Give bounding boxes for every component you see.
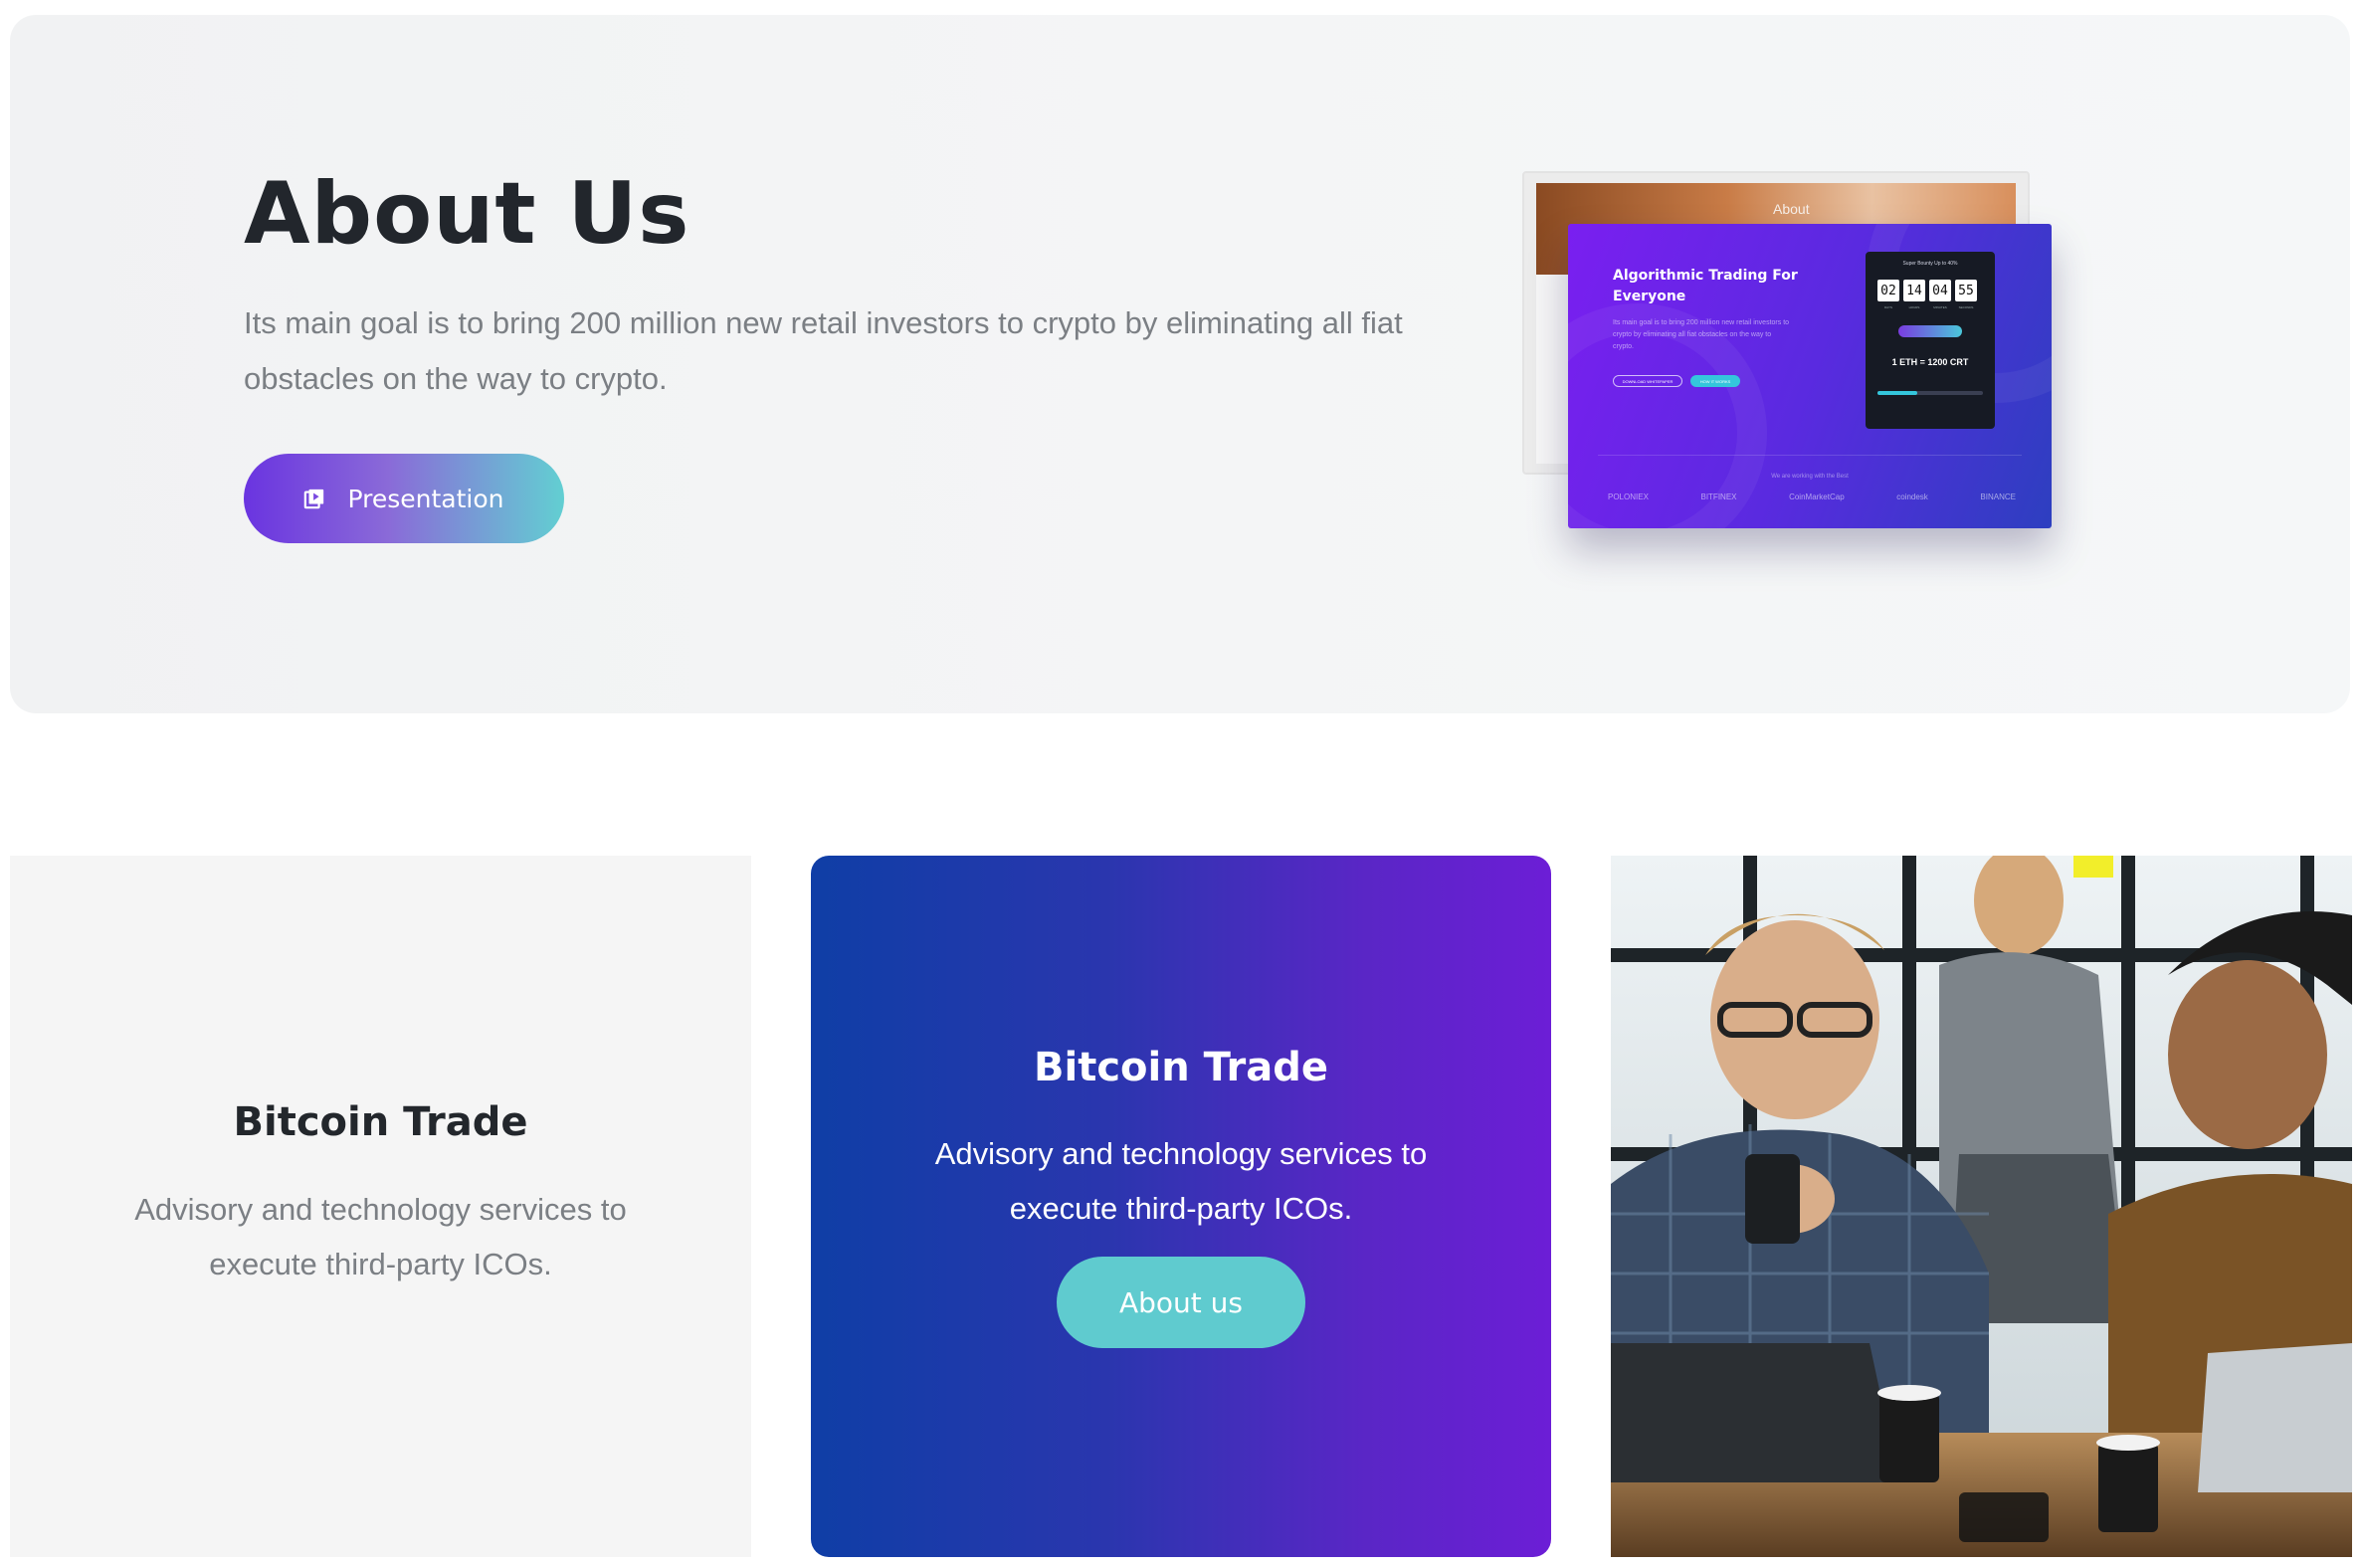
- mockup-how-it-works-button: HOW IT WORKS: [1690, 375, 1740, 387]
- about-description: Its main goal is to bring 200 million ne…: [244, 305, 1403, 396]
- mockup-divider: [1598, 455, 2022, 456]
- countdown-hours: 14: [1903, 280, 1925, 301]
- countdown-days: 02: [1877, 280, 1899, 301]
- play-video-icon: [304, 489, 324, 509]
- countdown-unit: SECONDS: [1958, 305, 1974, 309]
- feature-card-left: Bitcoin Trade Advisory and technology se…: [10, 856, 751, 1557]
- mockup-partners-label: We are working with the Best: [1771, 474, 1849, 480]
- countdown-seconds: 55: [1955, 280, 1977, 301]
- mockup-subtitle: Its main goal is to bring 200 million ne…: [1613, 319, 1790, 350]
- countdown-unit: DAYS: [1884, 305, 1892, 309]
- feature-card-middle: Bitcoin Trade Advisory and technology se…: [811, 856, 1551, 1557]
- mockup-rate: 1 ETH = 1200 CRT: [1891, 357, 1969, 367]
- presentation-button[interactable]: Presentation: [244, 454, 564, 543]
- team-photo-illustration: [1611, 856, 2352, 1557]
- about-title: About Us: [244, 164, 690, 264]
- feature-left-text: Advisory and technology services to exec…: [134, 1192, 627, 1281]
- mockup-partners: POLONIEX BITFINEX CoinMarketCap coindesk…: [1608, 492, 2016, 501]
- partner-logo: BITFINEX: [1700, 492, 1737, 501]
- feature-middle-title: Bitcoin Trade: [1034, 1045, 1328, 1090]
- mockup-whitepaper-button: DOWNLOAD WHITEPAPER: [1613, 375, 1682, 387]
- feature-left-title: Bitcoin Trade: [233, 1099, 528, 1145]
- mockup-title: Algorithmic Trading For Everyone: [1613, 268, 1798, 304]
- mockup-countdown-panel: Super Bounty Up to 40% 02 14 04 55 DAYS …: [1866, 252, 1995, 429]
- team-photo: [1611, 856, 2352, 1557]
- countdown-unit: HOURS: [1908, 305, 1920, 309]
- countdown-minutes: 04: [1929, 280, 1951, 301]
- feature-middle-text: Advisory and technology services to exec…: [934, 1136, 1428, 1226]
- mockup-buy-button: [1898, 325, 1962, 337]
- mockup-panel-heading: Super Bounty Up to 40%: [1902, 261, 1958, 267]
- partner-logo: POLONIEX: [1608, 492, 1649, 501]
- partner-logo: BINANCE: [1980, 492, 2016, 501]
- mockup-progress-bar: [1877, 391, 1983, 395]
- countdown-unit: MINUTES: [1933, 305, 1947, 309]
- about-us-button[interactable]: About us: [1057, 1257, 1305, 1348]
- mockup-countdown: 02 14 04 55: [1877, 280, 1977, 301]
- presentation-button-label: Presentation: [347, 484, 504, 513]
- mockup-front-screen: Algorithmic Trading For Everyone Its mai…: [1568, 224, 2052, 528]
- partner-logo: CoinMarketCap: [1789, 492, 1845, 501]
- countdown-units: DAYS HOURS MINUTES SECONDS: [1877, 305, 1977, 309]
- partner-logo: coindesk: [1896, 492, 1928, 501]
- mockup-back-label: About: [1773, 201, 1810, 217]
